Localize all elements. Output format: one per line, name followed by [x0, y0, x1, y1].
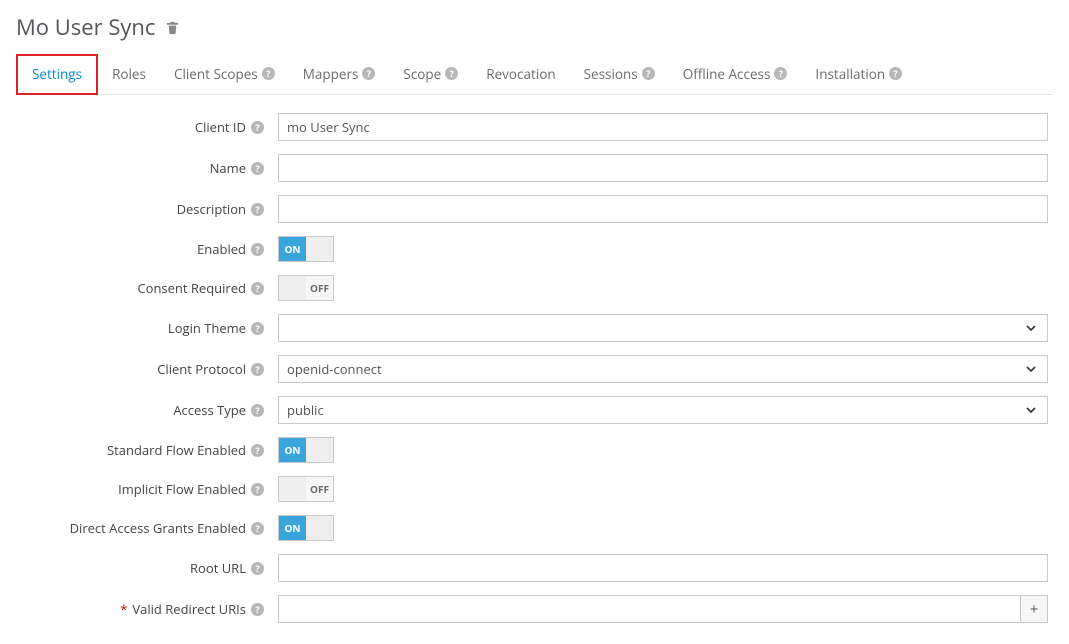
consent-required-toggle[interactable]: ON OFF	[278, 275, 334, 301]
toggle-on-label: ON	[279, 477, 306, 501]
help-icon[interactable]: ?	[251, 121, 264, 134]
label-name: Name ?	[16, 159, 278, 177]
help-icon[interactable]: ?	[642, 67, 655, 80]
label-direct-access-text: Direct Access Grants Enabled	[70, 519, 246, 537]
tab-client-scopes[interactable]: Client Scopes?	[160, 54, 289, 94]
label-client-protocol-text: Client Protocol	[157, 360, 246, 378]
help-icon[interactable]: ?	[251, 243, 264, 256]
tab-label: Sessions	[584, 65, 638, 83]
toggle-on-label: ON	[279, 276, 306, 300]
page-title-text: Mo User Sync	[16, 12, 155, 42]
valid-redirect-input[interactable]	[278, 595, 1021, 623]
implicit-flow-toggle[interactable]: ON OFF	[278, 476, 334, 502]
description-input[interactable]	[278, 195, 1048, 223]
tab-label: Client Scopes	[174, 65, 258, 83]
tab-installation[interactable]: Installation?	[801, 54, 916, 94]
help-icon[interactable]: ?	[251, 363, 264, 376]
tab-label: Roles	[112, 65, 146, 83]
direct-access-toggle[interactable]: ON OFF	[278, 515, 334, 541]
help-icon[interactable]: ?	[362, 67, 375, 80]
tab-roles[interactable]: Roles	[98, 54, 160, 94]
label-description-text: Description	[177, 200, 246, 218]
tab-bar: SettingsRolesClient Scopes?Mappers?Scope…	[16, 54, 1053, 95]
help-icon[interactable]: ?	[889, 67, 902, 80]
toggle-on-label: ON	[279, 516, 306, 540]
label-valid-redirect: * Valid Redirect URIs ?	[16, 600, 278, 618]
help-icon[interactable]: ?	[251, 322, 264, 335]
label-description: Description ?	[16, 200, 278, 218]
help-icon[interactable]: ?	[251, 562, 264, 575]
label-client-protocol: Client Protocol ?	[16, 360, 278, 378]
label-consent-required: Consent Required ?	[16, 279, 278, 297]
toggle-off-label: OFF	[306, 276, 333, 300]
help-icon[interactable]: ?	[251, 404, 264, 417]
enabled-toggle[interactable]: ON OFF	[278, 236, 334, 262]
tab-scope[interactable]: Scope?	[389, 54, 472, 94]
label-standard-flow: Standard Flow Enabled ?	[16, 441, 278, 459]
tab-label: Installation	[815, 65, 885, 83]
help-icon[interactable]: ?	[445, 67, 458, 80]
help-icon[interactable]: ?	[262, 67, 275, 80]
label-direct-access: Direct Access Grants Enabled ?	[16, 519, 278, 537]
tab-label: Scope	[403, 65, 441, 83]
access-type-select[interactable]: public	[278, 396, 1048, 424]
tab-label: Mappers	[303, 65, 359, 83]
tab-label: Revocation	[486, 65, 555, 83]
toggle-off-label: OFF	[306, 516, 333, 540]
login-theme-select[interactable]	[278, 314, 1048, 342]
tab-label: Settings	[32, 65, 82, 83]
label-valid-redirect-text: Valid Redirect URIs	[132, 600, 246, 618]
tab-revocation[interactable]: Revocation	[472, 54, 569, 94]
label-enabled: Enabled ?	[16, 240, 278, 258]
toggle-off-label: OFF	[306, 477, 333, 501]
add-redirect-uri-button[interactable]: +	[1021, 595, 1048, 623]
help-icon[interactable]: ?	[251, 282, 264, 295]
help-icon[interactable]: ?	[251, 444, 264, 457]
standard-flow-toggle[interactable]: ON OFF	[278, 437, 334, 463]
toggle-on-label: ON	[279, 438, 306, 462]
toggle-off-label: OFF	[306, 237, 333, 261]
label-login-theme-text: Login Theme	[168, 319, 246, 337]
tab-label: Offline Access	[683, 65, 771, 83]
name-input[interactable]	[278, 154, 1048, 182]
help-icon[interactable]: ?	[774, 67, 787, 80]
label-access-type-text: Access Type	[173, 401, 246, 419]
client-id-input[interactable]	[278, 113, 1048, 141]
help-icon[interactable]: ?	[251, 162, 264, 175]
toggle-on-label: ON	[279, 237, 306, 261]
label-client-id: Client ID ?	[16, 118, 278, 136]
label-implicit-flow: Implicit Flow Enabled ?	[16, 480, 278, 498]
help-icon[interactable]: ?	[251, 522, 264, 535]
label-root-url-text: Root URL	[190, 559, 246, 577]
help-icon[interactable]: ?	[251, 203, 264, 216]
client-protocol-select[interactable]: openid-connect	[278, 355, 1048, 383]
label-name-text: Name	[210, 159, 246, 177]
delete-icon[interactable]	[165, 12, 180, 42]
settings-form: Client ID ? Name ? Description ? Enabled…	[16, 113, 1053, 623]
label-root-url: Root URL ?	[16, 559, 278, 577]
label-client-id-text: Client ID	[195, 118, 246, 136]
label-implicit-flow-text: Implicit Flow Enabled	[118, 480, 246, 498]
label-consent-required-text: Consent Required	[137, 279, 246, 297]
tab-sessions[interactable]: Sessions?	[570, 54, 669, 94]
root-url-input[interactable]	[278, 554, 1048, 582]
tab-settings[interactable]: Settings	[16, 54, 98, 95]
help-icon[interactable]: ?	[251, 483, 264, 496]
label-login-theme: Login Theme ?	[16, 319, 278, 337]
tab-mappers[interactable]: Mappers?	[289, 54, 390, 94]
page-title: Mo User Sync	[16, 12, 1053, 42]
label-enabled-text: Enabled	[197, 240, 246, 258]
toggle-off-label: OFF	[306, 438, 333, 462]
help-icon[interactable]: ?	[251, 603, 264, 616]
label-standard-flow-text: Standard Flow Enabled	[107, 441, 246, 459]
label-access-type: Access Type ?	[16, 401, 278, 419]
required-marker: *	[120, 600, 127, 618]
tab-offline-access[interactable]: Offline Access?	[669, 54, 802, 94]
